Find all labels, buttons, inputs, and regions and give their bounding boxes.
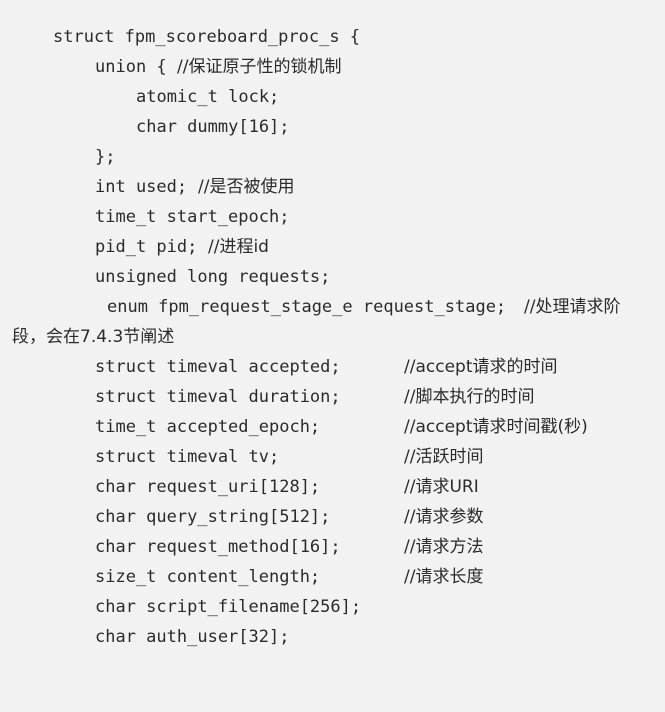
code-text: char request_uri[128]; (95, 477, 321, 497)
code-comment: //脚本执行的时间 (404, 387, 535, 407)
code-text: atomic_t lock; (136, 87, 280, 107)
code-line: struct fpm_scoreboard_proc_s { (0, 22, 360, 52)
code-text: union { (95, 57, 177, 77)
code-text: size_t content_length; (95, 567, 321, 587)
code-comment: //是否被使用 (198, 177, 295, 197)
code-comment: //accept请求时间戳(秒) (404, 417, 588, 437)
code-text: char query_string[512]; (95, 507, 331, 527)
code-comment: //accept请求的时间 (404, 357, 558, 377)
code-line: atomic_t lock; (0, 82, 279, 112)
code-text: int used; (95, 177, 198, 197)
code-text: time_t accepted_epoch; (95, 417, 321, 437)
code-text: struct timeval duration; (95, 387, 341, 407)
code-text: pid_t pid; (95, 237, 208, 257)
code-line: 段，会在7.4.3节阐述 (0, 322, 174, 352)
code-line: char request_method[16]; //请求方法 (0, 532, 483, 562)
code-text: struct fpm_scoreboard_proc_s { (53, 27, 361, 47)
code-line: }; (0, 142, 115, 172)
code-line: enum fpm_request_stage_e request_stage; … (0, 292, 620, 322)
code-line: int used; //是否被使用 (0, 172, 294, 202)
code-line: union { //保证原子性的锁机制 (0, 52, 341, 82)
code-line: time_t start_epoch; (0, 202, 289, 232)
code-text: char auth_user[32]; (95, 627, 290, 647)
code-line: char query_string[512]; //请求参数 (0, 502, 483, 532)
code-comment: //请求长度 (404, 567, 484, 587)
code-text: unsigned long requests; (95, 267, 331, 287)
code-text: struct timeval accepted; (95, 357, 341, 377)
code-text: char script_filename[256]; (95, 597, 362, 617)
code-line: struct timeval tv; //活跃时间 (0, 442, 483, 472)
code-comment: //请求方法 (404, 537, 484, 557)
code-line: unsigned long requests; (0, 262, 330, 292)
code-text: time_t start_epoch; (95, 207, 290, 227)
code-line: pid_t pid; //进程id (0, 232, 269, 262)
code-comment: //进程id (208, 237, 269, 257)
code-text: 段，会在7.4.3节阐述 (12, 327, 175, 347)
code-text: char dummy[16]; (136, 117, 290, 137)
code-line: size_t content_length; //请求长度 (0, 562, 483, 592)
code-listing: struct fpm_scoreboard_proc_s { union { /… (0, 0, 665, 654)
code-text: enum fpm_request_stage_e request_stage; (107, 297, 517, 317)
code-text: }; (95, 147, 116, 167)
code-line: time_t accepted_epoch; //accept请求时间戳(秒) (0, 412, 588, 442)
code-line: char request_uri[128]; //请求URI (0, 472, 479, 502)
code-comment: //请求参数 (404, 507, 484, 527)
code-line: char auth_user[32]; (0, 622, 289, 652)
code-comment: //请求URI (404, 477, 479, 497)
code-comment: //活跃时间 (404, 447, 484, 467)
code-text: char request_method[16]; (95, 537, 341, 557)
code-text: struct timeval tv; (95, 447, 280, 467)
code-comment: //保证原子性的锁机制 (177, 57, 342, 77)
code-line: struct timeval accepted; //accept请求的时间 (0, 352, 557, 382)
code-line: struct timeval duration; //脚本执行的时间 (0, 382, 534, 412)
code-line: char dummy[16]; (0, 112, 290, 142)
code-comment: //处理请求阶 (524, 297, 621, 317)
code-line: char script_filename[256]; (0, 592, 361, 622)
